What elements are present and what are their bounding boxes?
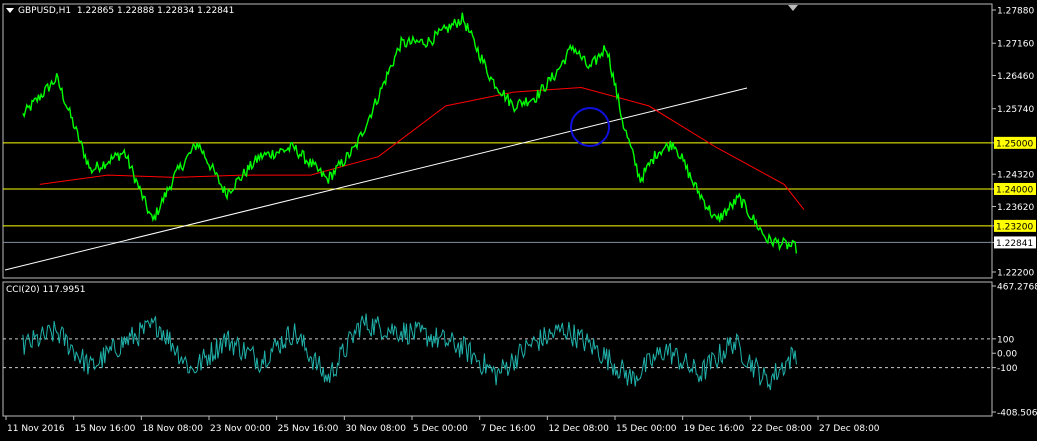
cci-tick-label: -408.5069 <box>997 409 1037 419</box>
time-tick-label: 23 Nov 00:00 <box>210 424 271 434</box>
price-tick-label: 1.24320 <box>997 171 1034 181</box>
moving-average-line <box>39 86 805 211</box>
chart-shift-marker-icon[interactable] <box>788 5 798 11</box>
time-tick-label: 25 Nov 16:00 <box>278 424 339 434</box>
cci-tick-label: -100 <box>997 364 1018 374</box>
cci-tick-label: 100 <box>997 335 1014 345</box>
main-chart-frame <box>2 3 993 279</box>
dropdown-triangle-icon[interactable] <box>6 8 14 13</box>
cci-tick-label: 467.2768 <box>997 283 1037 293</box>
price-tick-label: 1.25740 <box>997 105 1034 115</box>
chart-canvas[interactable]: 1.27880 1.27160 1.26460 1.25740 1.25000 1.243… <box>0 0 1037 441</box>
price-tick-label: 1.23620 <box>997 203 1034 213</box>
price-tick-label: 1.27160 <box>997 40 1034 50</box>
time-tick-label: 11 Nov 2016 <box>7 424 65 434</box>
time-tick-label: 15 Dec 00:00 <box>616 424 677 434</box>
time-tick-label: 7 Dec 16:00 <box>481 424 536 434</box>
price-tick-label: 1.23200 <box>996 222 1033 232</box>
cci-chart-frame <box>2 281 993 417</box>
time-tick-label: 27 Dec 08:00 <box>819 424 880 434</box>
price-tick-label: 1.22841 <box>996 239 1033 249</box>
symbol-timeframe: GBPUSD,H1 <box>18 6 72 16</box>
time-tick-label: 12 Dec 08:00 <box>548 424 609 434</box>
time-tick-label: 18 Nov 08:00 <box>142 424 203 434</box>
ohlc-values: 1.22865 1.22888 1.22834 1.22841 <box>76 6 235 16</box>
price-tick-label: 1.22200 <box>997 269 1034 279</box>
price-tick-label: 1.26460 <box>997 72 1034 82</box>
time-tick-label: 22 Dec 08:00 <box>751 424 812 434</box>
chart-header: GBPUSD,H1 1.22865 1.22888 1.22834 1.2284… <box>6 6 234 16</box>
time-tick-label: 19 Dec 16:00 <box>684 424 745 434</box>
price-tick-label: 1.24000 <box>996 185 1033 195</box>
time-tick-label: 5 Dec 00:00 <box>413 424 468 434</box>
cci-tick-label: 0.00 <box>997 350 1017 360</box>
axis-labels: 1.27880 1.27160 1.26460 1.25740 1.25000 1.243… <box>5 7 1037 434</box>
price-tick-label: 1.25000 <box>996 139 1033 149</box>
cci-series-line <box>22 313 797 391</box>
series-group <box>22 12 805 391</box>
time-tick-label: 15 Nov 16:00 <box>75 424 136 434</box>
cci-indicator-label: CCI(20) 117.9951 <box>6 285 86 295</box>
price-tick-label: 1.27880 <box>997 7 1034 17</box>
time-tick-label: 30 Nov 08:00 <box>345 424 406 434</box>
chart-frames <box>2 3 993 417</box>
